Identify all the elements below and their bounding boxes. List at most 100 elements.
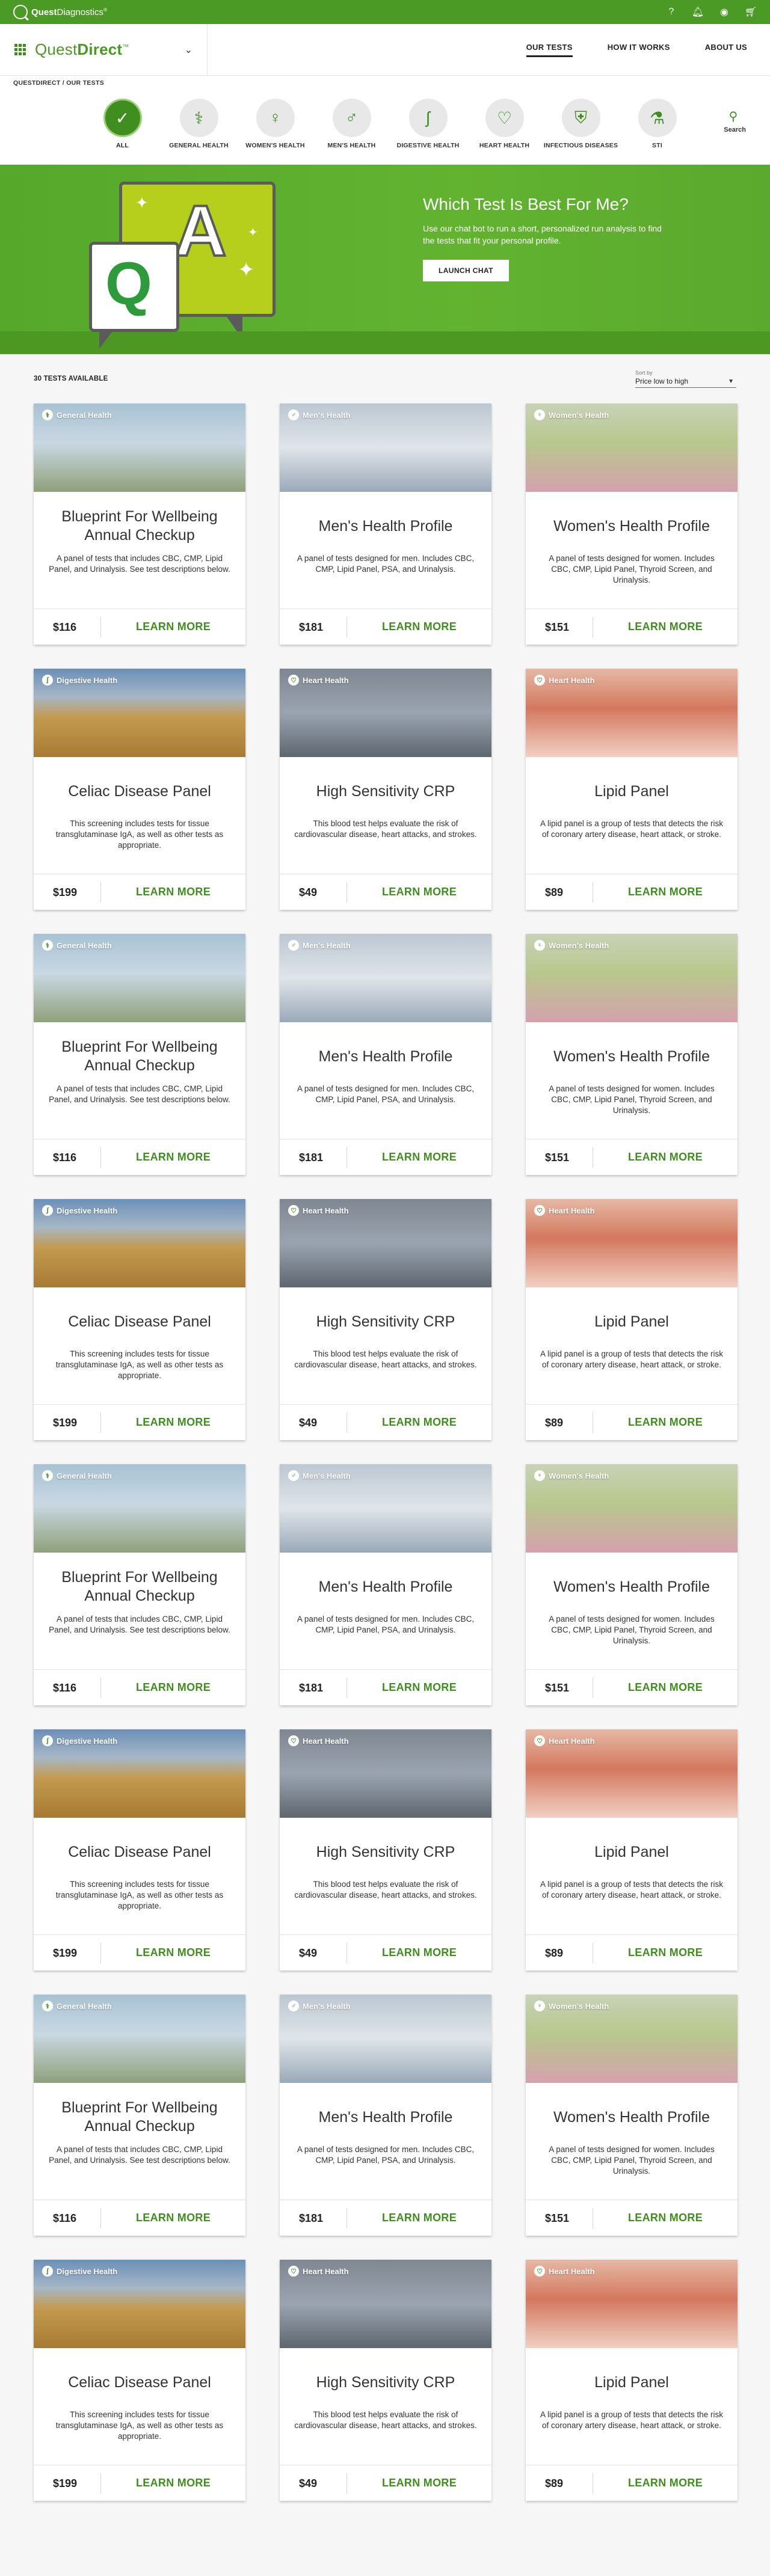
category-men-s-health[interactable]: ♂ MEN'S HEALTH [313, 99, 390, 149]
product-card[interactable]: ♡ Heart Health High Sensitivity CRP This bl… [280, 2260, 491, 2501]
category-digestive-health[interactable]: ʃ DIGESTIVE HEALTH [390, 99, 466, 149]
product-card[interactable]: ♂ Men's Health Men's Health Profile A panel… [280, 1995, 491, 2236]
product-title[interactable]: Celiac Disease Panel [48, 1832, 231, 1872]
product-image[interactable]: ♂ Men's Health [280, 934, 491, 1022]
product-title[interactable]: Blueprint For Wellbeing Annual Checkup [48, 1037, 231, 1076]
product-card[interactable]: ♡ Heart Health High Sensitivity CRP This bl… [280, 669, 491, 910]
nav-our-tests[interactable]: OUR TESTS [526, 43, 573, 57]
sort-select[interactable]: Sort by Price low to high ▼ [635, 370, 736, 388]
product-title[interactable]: Lipid Panel [540, 1832, 723, 1872]
learn-more-link[interactable]: LEARN MORE [347, 2212, 491, 2224]
product-title[interactable]: Men's Health Profile [294, 2097, 477, 2137]
bell-icon[interactable]: 🔔︎ [692, 6, 704, 18]
learn-more-link[interactable]: LEARN MORE [101, 1946, 245, 1959]
product-card[interactable]: ♀ Women's Health Women's Health Profile A p… [526, 1995, 738, 2236]
learn-more-link[interactable]: LEARN MORE [593, 1151, 738, 1164]
cart-icon[interactable]: 🛒︎ [745, 6, 757, 18]
learn-more-link[interactable]: LEARN MORE [101, 2477, 245, 2489]
product-card[interactable]: ♂ Men's Health Men's Health Profile A panel… [280, 403, 491, 645]
product-card[interactable]: ♂ Men's Health Men's Health Profile A panel… [280, 1464, 491, 1705]
nav-how-it-works[interactable]: HOW IT WORKS [608, 43, 670, 57]
product-image[interactable]: ⚕ General Health [34, 934, 245, 1022]
product-image[interactable]: ⚕ General Health [34, 1464, 245, 1553]
product-card[interactable]: ♀ Women's Health Women's Health Profile A p… [526, 934, 738, 1175]
product-card[interactable]: ♡ Heart Health Lipid Panel A lipid panel is… [526, 2260, 738, 2501]
product-card[interactable]: ♡ Heart Health Lipid Panel A lipid panel is… [526, 1199, 738, 1440]
app-switcher[interactable]: QuestDirect™ ⌄ [0, 24, 208, 75]
product-title[interactable]: Celiac Disease Panel [48, 2363, 231, 2402]
product-image[interactable]: ♀ Women's Health [526, 1464, 738, 1553]
account-icon[interactable]: ◉ [718, 6, 730, 18]
learn-more-link[interactable]: LEARN MORE [593, 621, 738, 633]
product-title[interactable]: Blueprint For Wellbeing Annual Checkup [48, 2097, 231, 2137]
category-all[interactable]: ✓ ALL [84, 99, 161, 149]
product-image[interactable]: ♂ Men's Health [280, 1464, 491, 1553]
product-title[interactable]: High Sensitivity CRP [294, 2363, 477, 2402]
product-title[interactable]: Lipid Panel [540, 771, 723, 811]
learn-more-link[interactable]: LEARN MORE [593, 1681, 738, 1694]
product-image[interactable]: ʃ Digestive Health [34, 1199, 245, 1287]
product-image[interactable]: ⚕ General Health [34, 1995, 245, 2083]
product-image[interactable]: ♡ Heart Health [280, 1199, 491, 1287]
learn-more-link[interactable]: LEARN MORE [347, 1416, 491, 1429]
product-card[interactable]: ʃ Digestive Health Celiac Disease Panel Thi… [34, 1729, 245, 1970]
nav-about-us[interactable]: ABOUT US [705, 43, 747, 57]
product-image[interactable]: ♂ Men's Health [280, 1995, 491, 2083]
category-infectious-diseases[interactable]: ⛨ INFECTIOUS DISEASES [543, 99, 619, 149]
chevron-down-icon[interactable]: ⌄ [185, 44, 192, 56]
app-grid-icon[interactable] [14, 43, 26, 56]
learn-more-link[interactable]: LEARN MORE [593, 2477, 738, 2489]
learn-more-link[interactable]: LEARN MORE [347, 1946, 491, 1959]
product-card[interactable]: ♀ Women's Health Women's Health Profile A p… [526, 403, 738, 645]
product-card[interactable]: ♂ Men's Health Men's Health Profile A panel… [280, 934, 491, 1175]
product-title[interactable]: Blueprint For Wellbeing Annual Checkup [48, 1567, 231, 1607]
product-title[interactable]: Celiac Disease Panel [48, 771, 231, 811]
product-image[interactable]: ♀ Women's Health [526, 1995, 738, 2083]
product-card[interactable]: ♀ Women's Health Women's Health Profile A p… [526, 1464, 738, 1705]
learn-more-link[interactable]: LEARN MORE [347, 1151, 491, 1164]
learn-more-link[interactable]: LEARN MORE [101, 2212, 245, 2224]
product-card[interactable]: ⚕ General Health Blueprint For Wellbeing A… [34, 1464, 245, 1705]
product-image[interactable]: ⚕ General Health [34, 403, 245, 492]
product-title[interactable]: Women's Health Profile [540, 1567, 723, 1607]
category-heart-health[interactable]: ♡ HEART HEALTH [466, 99, 543, 149]
learn-more-link[interactable]: LEARN MORE [347, 621, 491, 633]
product-title[interactable]: Lipid Panel [540, 1302, 723, 1342]
product-card[interactable]: ⚕ General Health Blueprint For Wellbeing A… [34, 1995, 245, 2236]
product-image[interactable]: ♡ Heart Health [280, 669, 491, 757]
product-title[interactable]: Men's Health Profile [294, 1567, 477, 1607]
product-image[interactable]: ♂ Men's Health [280, 403, 491, 492]
learn-more-link[interactable]: LEARN MORE [593, 886, 738, 898]
product-card[interactable]: ♡ Heart Health High Sensitivity CRP This bl… [280, 1199, 491, 1440]
learn-more-link[interactable]: LEARN MORE [593, 1416, 738, 1429]
learn-more-link[interactable]: LEARN MORE [101, 1151, 245, 1164]
category-sti[interactable]: ⚗ STI [619, 99, 695, 149]
learn-more-link[interactable]: LEARN MORE [593, 1946, 738, 1959]
product-title[interactable]: Celiac Disease Panel [48, 1302, 231, 1342]
product-card[interactable]: ʃ Digestive Health Celiac Disease Panel Thi… [34, 2260, 245, 2501]
learn-more-link[interactable]: LEARN MORE [101, 1416, 245, 1429]
product-title[interactable]: Women's Health Profile [540, 1037, 723, 1076]
product-image[interactable]: ♡ Heart Health [526, 669, 738, 757]
product-title[interactable]: Lipid Panel [540, 2363, 723, 2402]
product-card[interactable]: ♡ Heart Health Lipid Panel A lipid panel is… [526, 669, 738, 910]
product-title[interactable]: Women's Health Profile [540, 506, 723, 546]
learn-more-link[interactable]: LEARN MORE [347, 1681, 491, 1694]
product-title[interactable]: High Sensitivity CRP [294, 1832, 477, 1872]
learn-more-link[interactable]: LEARN MORE [347, 886, 491, 898]
category-general-health[interactable]: ⚕ GENERAL HEALTH [161, 99, 237, 149]
product-card[interactable]: ʃ Digestive Health Celiac Disease Panel Thi… [34, 1199, 245, 1440]
product-image[interactable]: ♡ Heart Health [526, 1729, 738, 1818]
product-image[interactable]: ʃ Digestive Health [34, 2260, 245, 2348]
product-title[interactable]: Blueprint For Wellbeing Annual Checkup [48, 506, 231, 546]
learn-more-link[interactable]: LEARN MORE [101, 886, 245, 898]
product-image[interactable]: ʃ Digestive Health [34, 669, 245, 757]
product-image[interactable]: ♡ Heart Health [526, 1199, 738, 1287]
product-card[interactable]: ʃ Digestive Health Celiac Disease Panel Thi… [34, 669, 245, 910]
product-card[interactable]: ⚕ General Health Blueprint For Wellbeing A… [34, 934, 245, 1175]
quest-logo[interactable]: QuestDiagnostics® [13, 5, 107, 19]
learn-more-link[interactable]: LEARN MORE [593, 2212, 738, 2224]
learn-more-link[interactable]: LEARN MORE [347, 2477, 491, 2489]
category-women-s-health[interactable]: ♀ WOMEN'S HEALTH [237, 99, 313, 149]
product-card[interactable]: ⚕ General Health Blueprint For Wellbeing A… [34, 403, 245, 645]
